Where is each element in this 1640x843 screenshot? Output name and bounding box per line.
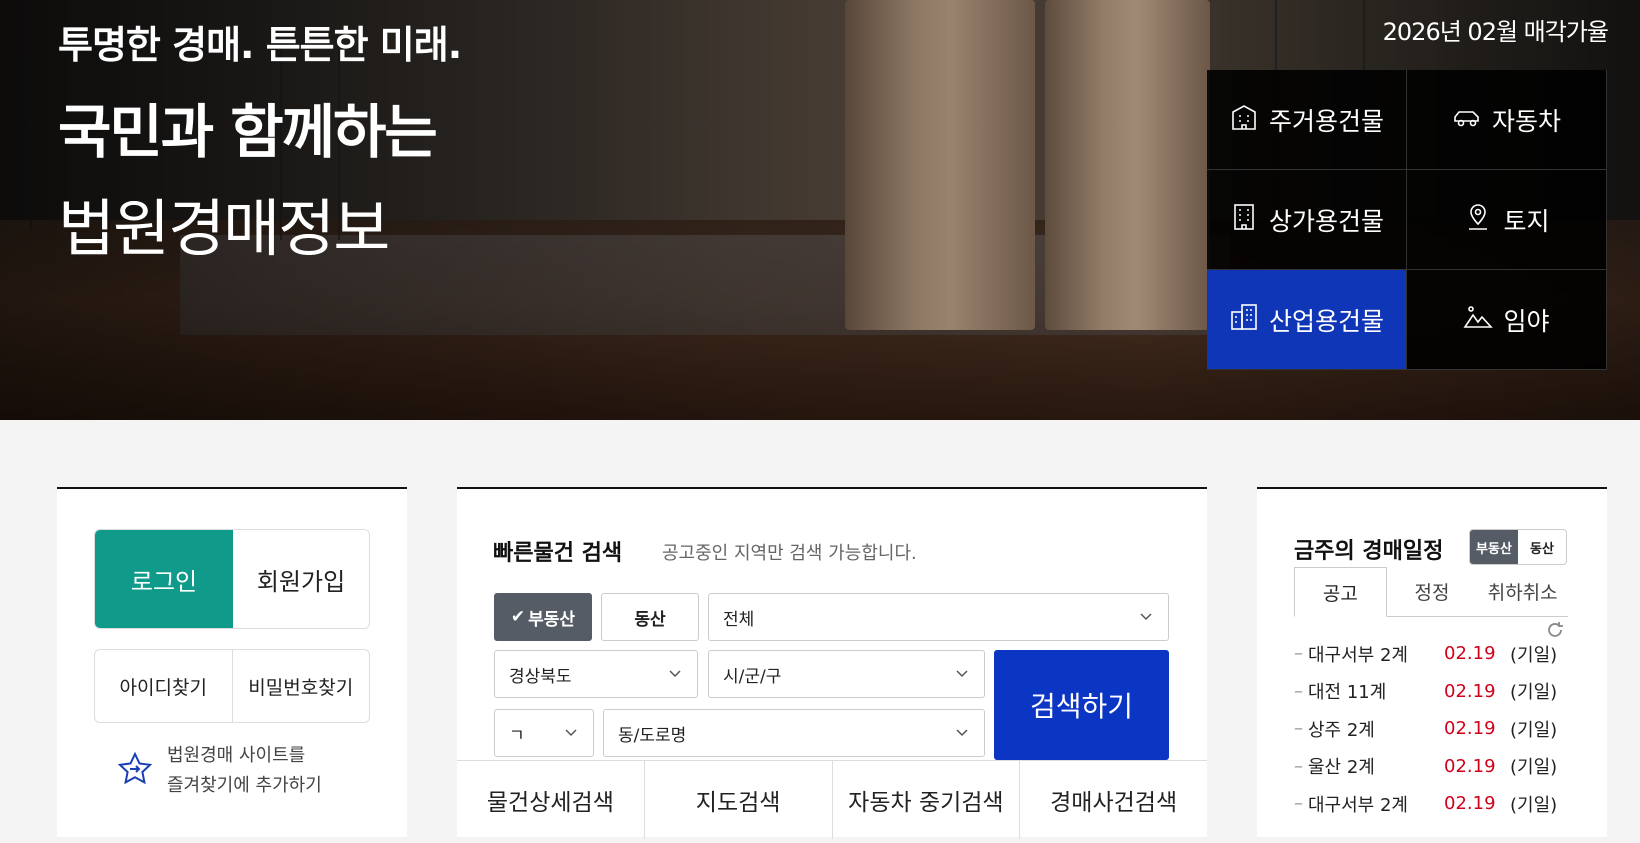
car-icon [1452, 102, 1482, 138]
property-type-value: 전체 [723, 609, 755, 630]
schedule-item[interactable]: – 대구서부 2계 02.19 (기일) [1294, 785, 1568, 823]
find-password-button[interactable]: 비밀번호찾기 [231, 650, 370, 722]
signup-button[interactable]: 회원가입 [233, 530, 369, 628]
schedule-tabs: 공고 정정 취하취소 [1294, 567, 1568, 617]
city-select[interactable]: 시/군/구 [708, 650, 985, 698]
tab-map-search[interactable]: 지도검색 [643, 761, 832, 839]
toggle-real-estate[interactable]: ✔ 부동산 [494, 593, 592, 641]
schedule-list: – 대구서부 2계 02.19 (기일) – 대전 11계 02.19 (기일)… [1294, 635, 1568, 823]
province-value: 경상북도 [509, 666, 572, 687]
house-building-icon [1229, 102, 1259, 138]
dash-icon: – [1294, 718, 1303, 740]
category-residential[interactable]: 주거용건물 [1207, 70, 1407, 170]
schedule-court: 상주 2계 [1308, 719, 1375, 741]
chevron-down-icon [565, 729, 577, 737]
property-type-select[interactable]: 전체 [708, 593, 1169, 641]
schedule-item[interactable]: – 울산 2계 02.19 (기일) [1294, 748, 1568, 786]
schedule-type: (기일) [1510, 794, 1558, 816]
add-favorite-link[interactable]: 법원경매 사이트를 즐겨찾기에 추가하기 [117, 741, 322, 801]
category-label: 임야 [1503, 306, 1550, 336]
search-button[interactable]: 검색하기 [994, 650, 1169, 760]
schedule-date: 02.19 [1444, 718, 1496, 740]
sale-rate-link[interactable]: 2026년 02월 매각가율 [1383, 12, 1609, 47]
category-industrial[interactable]: 산업용건물 [1207, 270, 1407, 370]
initial-consonant-value: ㄱ [509, 725, 525, 746]
find-account-group: 아이디찾기 비밀번호찾기 [94, 649, 370, 723]
mountain-icon [1463, 302, 1494, 338]
chevron-down-icon [669, 670, 681, 678]
dash-icon: – [1294, 755, 1303, 777]
login-panel: 로그인 회원가입 아이디찾기 비밀번호찾기 법원경매 사이트를 즐겨찾기에 추가… [57, 487, 407, 837]
chevron-down-icon [956, 729, 968, 737]
schedule-toggle-real-estate[interactable]: 부동산 [1470, 530, 1518, 564]
schedule-date: 02.19 [1444, 643, 1496, 665]
schedule-type: (기일) [1510, 719, 1558, 741]
schedule-type-toggle: 부동산 동산 [1469, 529, 1567, 565]
schedule-date: 02.19 [1444, 755, 1496, 777]
hero-headline: 국민과 함께하는 [58, 98, 438, 166]
schedule-type: (기일) [1510, 682, 1558, 704]
schedule-type: (기일) [1510, 757, 1558, 779]
province-select[interactable]: 경상북도 [494, 650, 698, 698]
quick-search-note: 공고중인 지역만 검색 가능합니다. [662, 543, 917, 564]
category-forest[interactable]: 임야 [1407, 270, 1607, 370]
chevron-down-icon [1140, 613, 1152, 621]
schedule-item[interactable]: – 대구서부 2계 02.19 (기일) [1294, 635, 1568, 673]
search-sub-tabs: 물건상세검색 지도검색 자동차 중기검색 경매사건검색 [457, 760, 1207, 839]
quick-search-title: 빠른물건 검색 [493, 541, 623, 566]
industrial-building-icon [1229, 302, 1259, 338]
city-value: 시/군/구 [723, 666, 782, 687]
schedule-date: 02.19 [1444, 793, 1496, 815]
schedule-court: 대전 11계 [1308, 682, 1387, 704]
login-button[interactable]: 로그인 [95, 530, 233, 628]
favorite-text-line1: 법원경매 사이트를 [167, 745, 306, 766]
schedule-court: 대구서부 2계 [1308, 644, 1408, 666]
road-name-value: 동/도로명 [618, 725, 687, 746]
star-icon [117, 751, 153, 791]
tab-vehicle-search[interactable]: 자동차 중기검색 [831, 761, 1020, 839]
dash-icon: – [1294, 793, 1303, 815]
category-land[interactable]: 토지 [1407, 170, 1607, 270]
hero-subheadline: 법원경매정보 [58, 192, 390, 265]
find-id-button[interactable]: 아이디찾기 [95, 650, 232, 722]
hero-banner: 투명한 경매. 튼튼한 미래. 국민과 함께하는 법원경매정보 2026년 02… [0, 0, 1640, 420]
quick-search-panel: 빠른물건 검색 공고중인 지역만 검색 가능합니다. ✔ 부동산 동산 전체 경… [457, 487, 1207, 839]
category-grid: 주거용건물 자동차 상가용건물 토지 산업용건물 임야 [1207, 70, 1607, 370]
initial-consonant-select[interactable]: ㄱ [494, 709, 594, 757]
schedule-toggle-movable[interactable]: 동산 [1518, 530, 1566, 564]
toggle-real-estate-label: 부동산 [528, 609, 576, 630]
schedule-court: 대구서부 2계 [1308, 794, 1408, 816]
category-car[interactable]: 자동차 [1407, 70, 1607, 170]
category-label: 산업용건물 [1268, 306, 1384, 336]
schedule-item[interactable]: – 상주 2계 02.19 (기일) [1294, 710, 1568, 748]
tab-correction[interactable]: 정정 [1387, 567, 1478, 616]
chevron-down-icon [956, 670, 968, 678]
tab-notice[interactable]: 공고 [1294, 567, 1387, 617]
tab-detailed-search[interactable]: 물건상세검색 [457, 761, 644, 839]
schedule-date: 02.19 [1444, 680, 1496, 702]
login-button-group: 로그인 회원가입 [94, 529, 370, 629]
dash-icon: – [1294, 680, 1303, 702]
map-pin-icon [1463, 202, 1493, 238]
commercial-building-icon [1229, 202, 1259, 238]
check-icon: ✔ [510, 607, 526, 627]
dash-icon: – [1294, 643, 1303, 665]
road-name-select[interactable]: 동/도로명 [603, 709, 985, 757]
schedule-title: 금주의 경매일정 [1294, 539, 1444, 564]
tab-withdrawal[interactable]: 취하취소 [1477, 567, 1568, 616]
hero-slogan: 투명한 경매. 튼튼한 미래. [58, 23, 462, 67]
toggle-movable[interactable]: 동산 [601, 593, 699, 641]
schedule-panel: 금주의 경매일정 부동산 동산 공고 정정 취하취소 – 대구서부 2계 02.… [1257, 487, 1607, 837]
category-label: 자동차 [1491, 106, 1561, 136]
favorite-text-line2: 즐겨찾기에 추가하기 [167, 775, 322, 796]
schedule-item[interactable]: – 대전 11계 02.19 (기일) [1294, 673, 1568, 711]
category-label: 토지 [1503, 206, 1550, 236]
category-commercial[interactable]: 상가용건물 [1207, 170, 1407, 270]
tab-case-search[interactable]: 경매사건검색 [1019, 761, 1207, 839]
category-label: 상가용건물 [1268, 206, 1384, 236]
schedule-court: 울산 2계 [1308, 757, 1375, 779]
schedule-type: (기일) [1510, 644, 1558, 666]
category-label: 주거용건물 [1268, 106, 1384, 136]
